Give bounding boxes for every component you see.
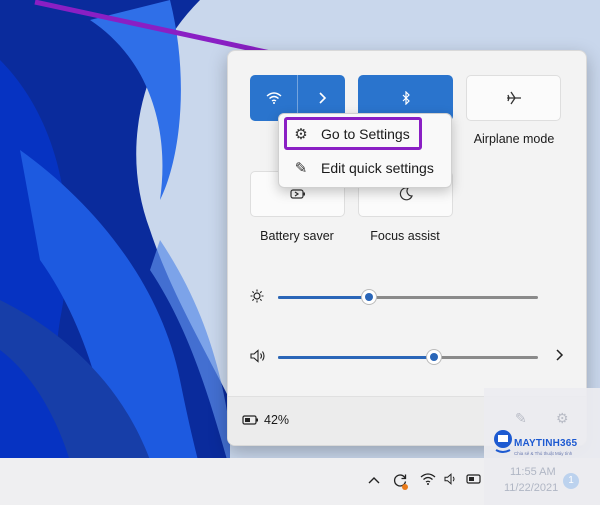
volume-output-chevron-icon[interactable] [554, 348, 564, 365]
slider-fill [278, 296, 369, 299]
airplane-mode-label: Airplane mode [473, 132, 555, 146]
watermark-brand: MAYTINH365 [514, 438, 578, 449]
notification-dot [402, 484, 408, 490]
battery-percentage: 42% [264, 413, 290, 427]
battery-icon[interactable] [466, 472, 484, 488]
clock-date: 11/22/2021 [504, 482, 559, 494]
clock-time: 11:55 AM [510, 466, 556, 478]
brightness-slider[interactable] [278, 287, 538, 307]
notification-count-badge[interactable]: 1 [563, 473, 579, 489]
speaker-icon[interactable] [250, 349, 266, 366]
annotation-highlight-box [284, 117, 422, 150]
sun-icon [250, 289, 264, 306]
airplane-mode-tile[interactable] [466, 75, 561, 121]
pencil-icon: ✎ [515, 410, 527, 426]
airplane-icon [506, 91, 521, 105]
speaker-icon[interactable] [444, 472, 458, 488]
volume-slider[interactable] [278, 347, 538, 367]
menu-item-label: Edit quick settings [321, 160, 434, 176]
bluetooth-icon [402, 91, 410, 105]
battery-icon [242, 413, 260, 431]
battery-saver-icon [289, 189, 305, 199]
gear-icon: ⚙ [556, 410, 569, 426]
slider-thumb[interactable] [427, 350, 441, 364]
edit-quick-settings-menu-item[interactable]: ✎ Edit quick settings [279, 152, 451, 184]
pencil-icon: ✎ [294, 160, 308, 177]
slider-thumb[interactable] [362, 290, 376, 304]
watermark-tagline: Chia sẻ & Thủ thuật Máy tính [514, 451, 573, 456]
moon-icon [399, 187, 413, 201]
show-hidden-icons-chevron-icon[interactable] [368, 472, 380, 488]
watermark-logo-icon [494, 430, 512, 453]
focus-assist-label: Focus assist [370, 229, 440, 243]
slider-fill [278, 356, 434, 359]
battery-saver-label: Battery saver [260, 229, 334, 243]
wifi-icon[interactable] [420, 472, 436, 488]
quick-settings-panel: Airplane mode Battery saver Focus assist… [227, 50, 587, 446]
